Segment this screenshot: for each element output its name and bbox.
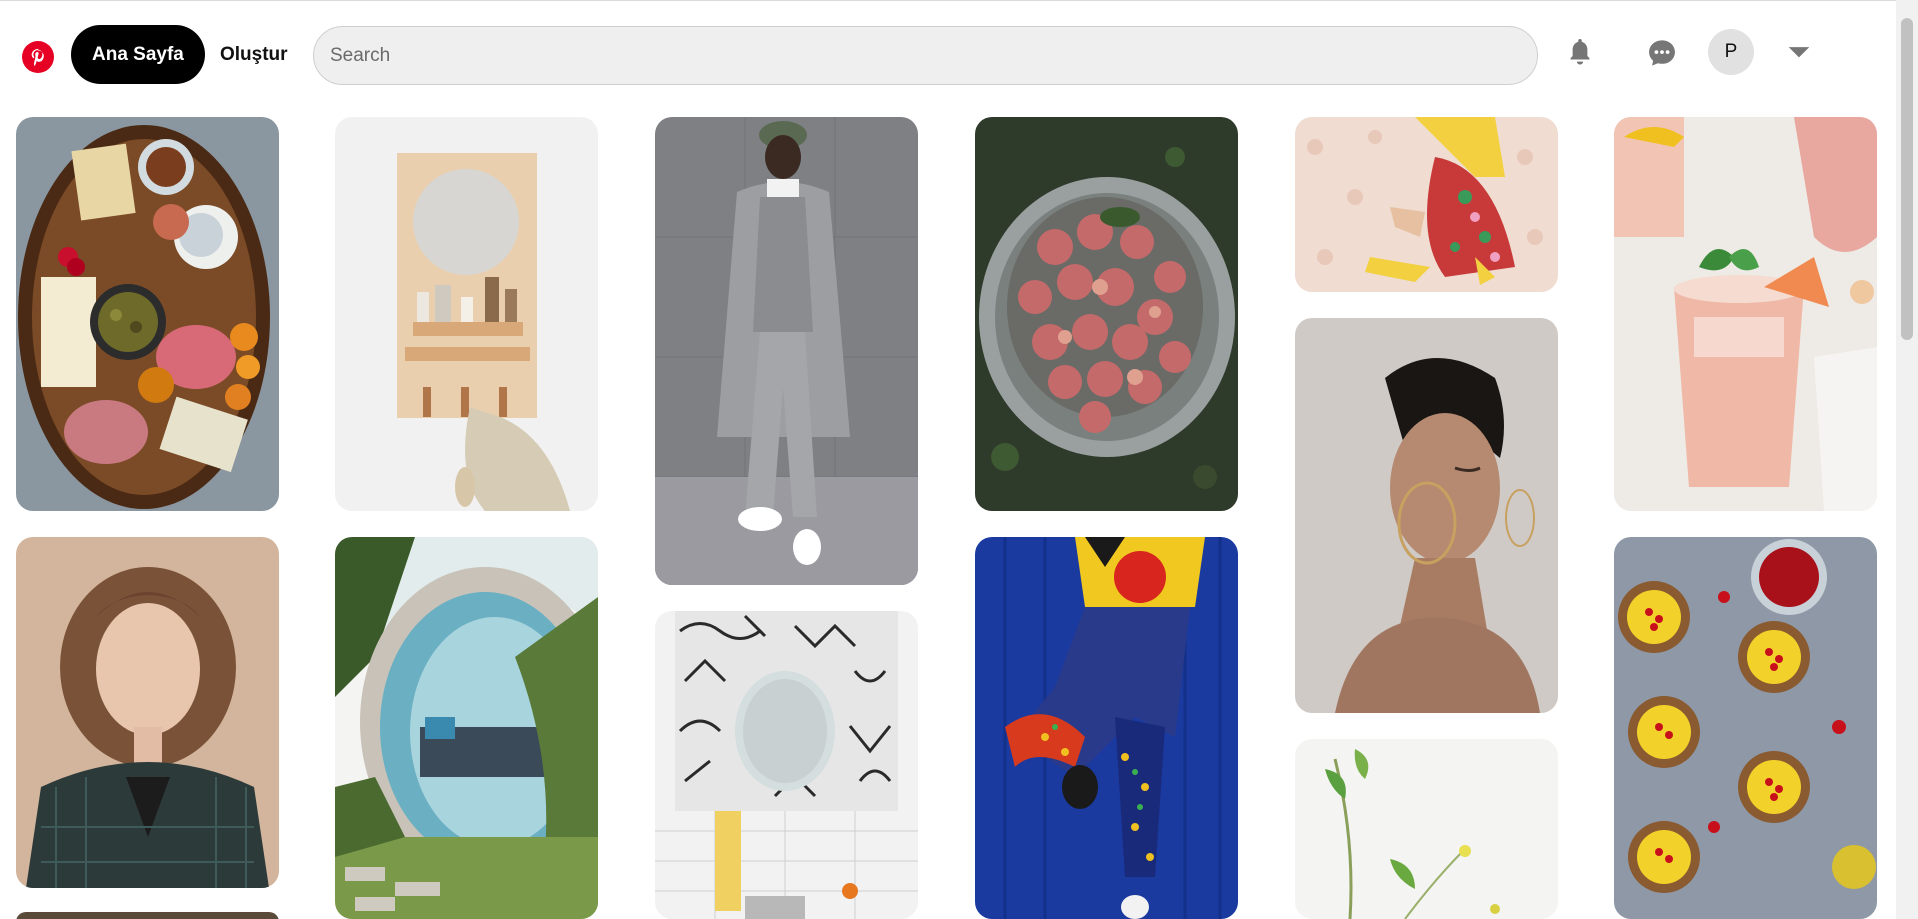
scrollbar-thumb[interactable]: [1901, 18, 1913, 340]
notifications-button[interactable]: [1556, 28, 1604, 76]
pin-charcuterie-board[interactable]: [16, 117, 279, 511]
pin-green-plant-sprigs[interactable]: [1295, 739, 1558, 919]
nav-create-button[interactable]: Oluştur: [202, 25, 306, 84]
pin-lemon-tarts[interactable]: [1614, 537, 1877, 919]
pinterest-logo-icon[interactable]: [22, 41, 54, 73]
search-input[interactable]: [330, 44, 1537, 67]
pin-wall-mirror-shelf[interactable]: [335, 117, 598, 511]
pin-partial[interactable]: [16, 912, 279, 919]
nav-home-button[interactable]: Ana Sayfa: [71, 25, 205, 84]
pin-woman-wavy-hair[interactable]: [16, 537, 279, 888]
top-navigation-bar: Ana Sayfa Oluştur P: [0, 0, 1896, 108]
messages-button[interactable]: [1638, 29, 1686, 77]
pin-peach-drink[interactable]: [1614, 117, 1877, 511]
account-menu-button[interactable]: [1775, 28, 1823, 76]
pin-floral-skirt-heels[interactable]: [1295, 117, 1558, 292]
pin-bucket-of-plums[interactable]: [975, 117, 1238, 511]
pin-woman-hoop-earrings[interactable]: [1295, 318, 1558, 713]
pin-concrete-pipe-nook[interactable]: [335, 537, 598, 919]
pin-colorful-outfit[interactable]: [975, 537, 1238, 919]
pin-man-grey-coat[interactable]: [655, 117, 918, 585]
page-scrollbar[interactable]: [1896, 0, 1918, 919]
user-avatar[interactable]: P: [1708, 29, 1754, 75]
pin-patterned-bathroom[interactable]: [655, 611, 918, 919]
chevron-down-icon: [1788, 47, 1810, 58]
chat-bubble-icon: [1649, 40, 1675, 66]
bell-icon: [1570, 39, 1590, 65]
search-bar[interactable]: [313, 26, 1538, 85]
